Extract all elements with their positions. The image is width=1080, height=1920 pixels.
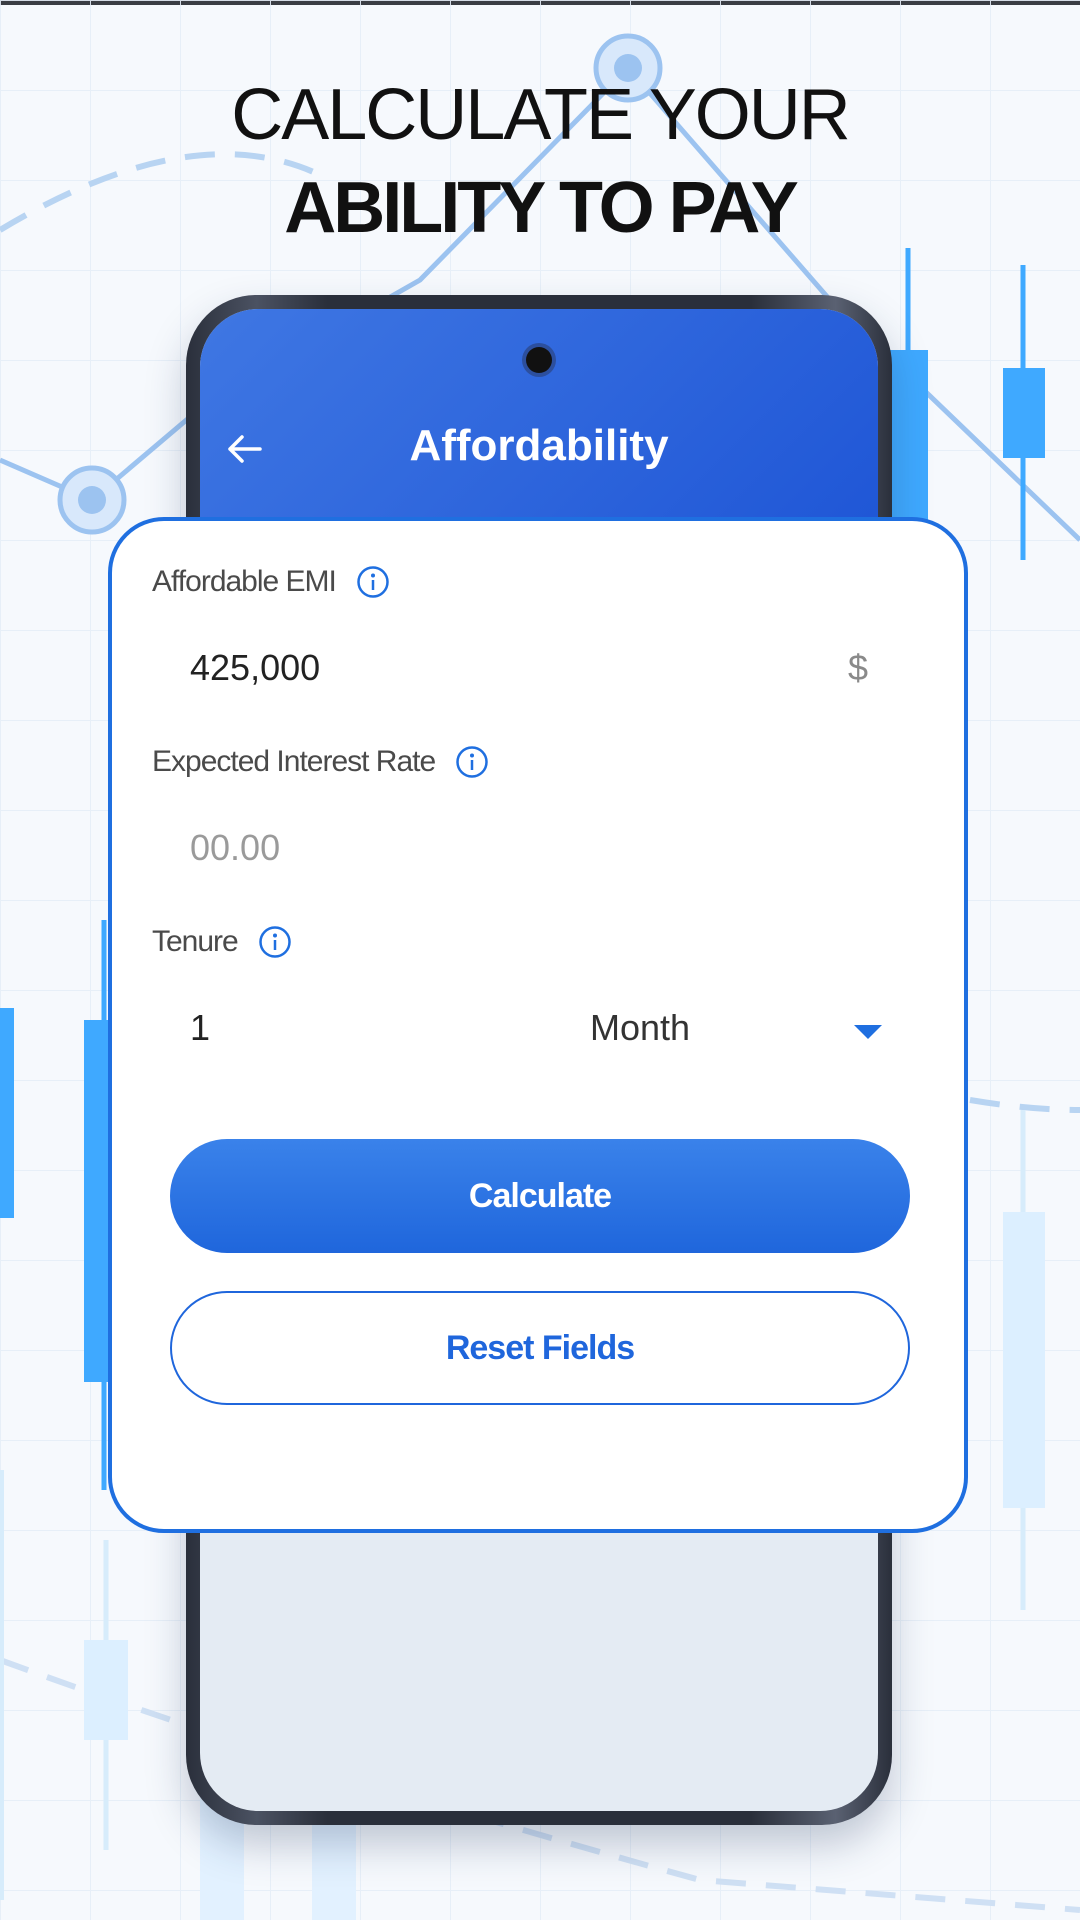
tenure-label-row: Tenure	[152, 925, 292, 959]
tenure-unit-select[interactable]: Month	[590, 1007, 690, 1049]
app-header: Affordability	[200, 309, 878, 539]
headline-line2: ABILITY TO PAY	[284, 168, 798, 248]
interest-rate-input[interactable]: 00.00	[190, 827, 280, 869]
tenure-label: Tenure	[152, 925, 239, 958]
info-icon[interactable]	[258, 925, 292, 959]
interest-label-row: Expected Interest Rate	[152, 745, 489, 779]
reset-fields-button[interactable]: Reset Fields	[170, 1291, 910, 1405]
interest-label: Expected Interest Rate	[152, 745, 436, 778]
emi-input[interactable]: 425,000	[190, 647, 320, 689]
headline: CALCULATE YOUR ABILITY TO PAY	[0, 70, 1080, 256]
emi-label-row: Affordable EMI	[152, 565, 390, 599]
calculate-button[interactable]: Calculate	[170, 1139, 910, 1253]
info-icon[interactable]	[356, 565, 390, 599]
app-title: Affordability	[409, 421, 669, 470]
emi-label: Affordable EMI	[152, 565, 337, 598]
currency-label: $	[848, 647, 869, 688]
headline-line1: CALCULATE YOUR	[231, 75, 851, 155]
chevron-down-icon[interactable]	[852, 1023, 884, 1041]
affordability-form-card: Affordable EMI 425,000 $ Expected Intere…	[108, 517, 968, 1533]
camera-icon	[526, 347, 552, 373]
info-icon[interactable]	[455, 745, 489, 779]
tenure-input[interactable]: 1	[190, 1007, 210, 1049]
